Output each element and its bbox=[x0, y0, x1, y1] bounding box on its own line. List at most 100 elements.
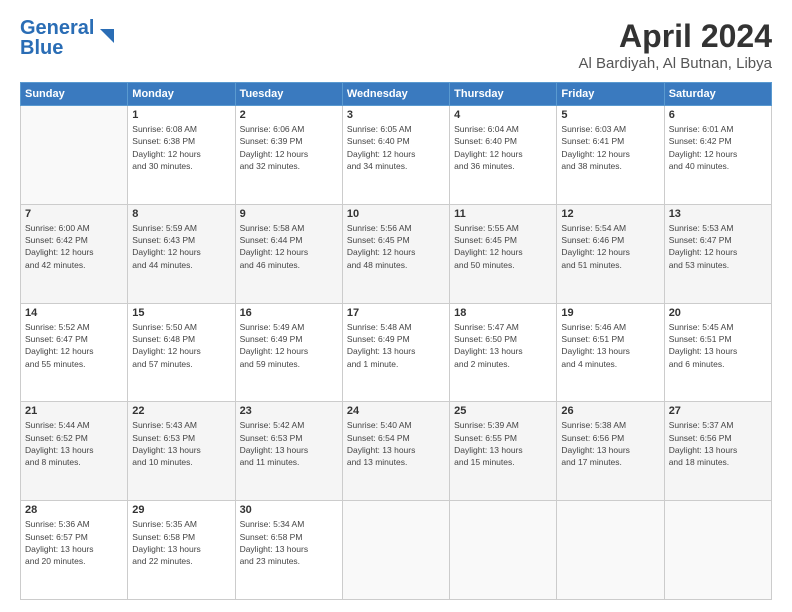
day-info: Sunrise: 5:50 AMSunset: 6:48 PMDaylight:… bbox=[132, 321, 230, 370]
calendar-cell: 20Sunrise: 5:45 AMSunset: 6:51 PMDayligh… bbox=[664, 303, 771, 402]
day-number: 8 bbox=[132, 208, 230, 220]
page-subtitle: Al Bardiyah, Al Butnan, Libya bbox=[579, 55, 772, 72]
day-info: Sunrise: 6:04 AMSunset: 6:40 PMDaylight:… bbox=[454, 123, 552, 172]
calendar-cell: 18 Sunrise: 5:47 AMSunset: 6:50 PMDayligh… bbox=[450, 303, 557, 402]
calendar-cell: 23Sunrise: 5:42 AMSunset: 6:53 PMDayligh… bbox=[235, 402, 342, 501]
calendar-cell: 1 Sunrise: 6:08 AMSunset: 6:38 PMDaylight… bbox=[128, 106, 235, 205]
day-number: 13 bbox=[669, 208, 767, 220]
calendar-cell: 26Sunrise: 5:38 AMSunset: 6:56 PMDayligh… bbox=[557, 402, 664, 501]
calendar-cell: 7 Sunrise: 6:00 AMSunset: 6:42 PMDaylight… bbox=[21, 204, 128, 303]
calendar-cell bbox=[557, 501, 664, 600]
day-info: Sunrise: 5:34 AMSunset: 6:58 PMDaylight:… bbox=[240, 518, 338, 567]
day-info: Sunrise: 5:59 AMSunset: 6:43 PMDaylight:… bbox=[132, 222, 230, 271]
day-number: 27 bbox=[669, 405, 767, 417]
calendar-day-header: Saturday bbox=[664, 83, 771, 106]
day-number: 28 bbox=[25, 504, 123, 516]
calendar-day-header: Monday bbox=[128, 83, 235, 106]
calendar-day-header: Tuesday bbox=[235, 83, 342, 106]
logo-arrow-icon bbox=[96, 25, 118, 47]
calendar-week-row: 28 Sunrise: 5:36 AMSunset: 6:57 PMDayligh… bbox=[21, 501, 772, 600]
page-title: April 2024 bbox=[579, 18, 772, 55]
day-info: Sunrise: 5:44 AMSunset: 6:52 PMDaylight:… bbox=[25, 419, 123, 468]
calendar-cell: 11 Sunrise: 5:55 AMSunset: 6:45 PMDayligh… bbox=[450, 204, 557, 303]
day-info: Sunrise: 5:45 AMSunset: 6:51 PMDaylight:… bbox=[669, 321, 767, 370]
day-info: Sunrise: 5:55 AMSunset: 6:45 PMDaylight:… bbox=[454, 222, 552, 271]
day-info: Sunrise: 6:05 AMSunset: 6:40 PMDaylight:… bbox=[347, 123, 445, 172]
day-number: 16 bbox=[240, 307, 338, 319]
logo: General Blue bbox=[20, 18, 118, 58]
day-number: 18 bbox=[454, 307, 552, 319]
day-info: Sunrise: 5:47 AMSunset: 6:50 PMDaylight:… bbox=[454, 321, 552, 370]
calendar-day-header: Friday bbox=[557, 83, 664, 106]
calendar-day-header: Thursday bbox=[450, 83, 557, 106]
day-info: Sunrise: 6:06 AMSunset: 6:39 PMDaylight:… bbox=[240, 123, 338, 172]
calendar-cell: 14 Sunrise: 5:52 AMSunset: 6:47 PMDayligh… bbox=[21, 303, 128, 402]
title-block: April 2024 Al Bardiyah, Al Butnan, Libya bbox=[579, 18, 772, 72]
day-number: 22 bbox=[132, 405, 230, 417]
calendar-week-row: 21Sunrise: 5:44 AMSunset: 6:52 PMDayligh… bbox=[21, 402, 772, 501]
calendar-day-header: Wednesday bbox=[342, 83, 449, 106]
calendar-cell bbox=[342, 501, 449, 600]
day-info: Sunrise: 5:35 AMSunset: 6:58 PMDaylight:… bbox=[132, 518, 230, 567]
calendar-cell: 16Sunrise: 5:49 AMSunset: 6:49 PMDayligh… bbox=[235, 303, 342, 402]
logo-text: General Blue bbox=[20, 18, 94, 58]
calendar-cell: 28 Sunrise: 5:36 AMSunset: 6:57 PMDayligh… bbox=[21, 501, 128, 600]
calendar-week-row: 14 Sunrise: 5:52 AMSunset: 6:47 PMDayligh… bbox=[21, 303, 772, 402]
calendar-cell: 30 Sunrise: 5:34 AMSunset: 6:58 PMDayligh… bbox=[235, 501, 342, 600]
day-number: 29 bbox=[132, 504, 230, 516]
calendar-cell: 8 Sunrise: 5:59 AMSunset: 6:43 PMDaylight… bbox=[128, 204, 235, 303]
calendar-cell: 6 Sunrise: 6:01 AMSunset: 6:42 PMDaylight… bbox=[664, 106, 771, 205]
calendar-cell: 22 Sunrise: 5:43 AMSunset: 6:53 PMDayligh… bbox=[128, 402, 235, 501]
calendar-cell: 19Sunrise: 5:46 AMSunset: 6:51 PMDayligh… bbox=[557, 303, 664, 402]
day-number: 11 bbox=[454, 208, 552, 220]
calendar-table: SundayMondayTuesdayWednesdayThursdayFrid… bbox=[20, 82, 772, 600]
day-number: 6 bbox=[669, 109, 767, 121]
calendar-day-header: Sunday bbox=[21, 83, 128, 106]
day-info: Sunrise: 6:00 AMSunset: 6:42 PMDaylight:… bbox=[25, 222, 123, 271]
day-number: 19 bbox=[561, 307, 659, 319]
calendar-cell: 2 Sunrise: 6:06 AMSunset: 6:39 PMDaylight… bbox=[235, 106, 342, 205]
day-number: 15 bbox=[132, 307, 230, 319]
day-number: 23 bbox=[240, 405, 338, 417]
page: General Blue April 2024 Al Bardiyah, Al … bbox=[0, 0, 792, 612]
day-number: 5 bbox=[561, 109, 659, 121]
day-number: 12 bbox=[561, 208, 659, 220]
day-info: Sunrise: 6:01 AMSunset: 6:42 PMDaylight:… bbox=[669, 123, 767, 172]
day-number: 30 bbox=[240, 504, 338, 516]
calendar-cell: 17 Sunrise: 5:48 AMSunset: 6:49 PMDayligh… bbox=[342, 303, 449, 402]
day-info: Sunrise: 5:58 AMSunset: 6:44 PMDaylight:… bbox=[240, 222, 338, 271]
calendar-cell: 4 Sunrise: 6:04 AMSunset: 6:40 PMDaylight… bbox=[450, 106, 557, 205]
day-number: 24 bbox=[347, 405, 445, 417]
day-number: 25 bbox=[454, 405, 552, 417]
calendar-cell: 10Sunrise: 5:56 AMSunset: 6:45 PMDayligh… bbox=[342, 204, 449, 303]
day-info: Sunrise: 5:37 AMSunset: 6:56 PMDaylight:… bbox=[669, 419, 767, 468]
day-info: Sunrise: 5:52 AMSunset: 6:47 PMDaylight:… bbox=[25, 321, 123, 370]
day-number: 14 bbox=[25, 307, 123, 319]
calendar-cell bbox=[21, 106, 128, 205]
calendar-cell: 29 Sunrise: 5:35 AMSunset: 6:58 PMDayligh… bbox=[128, 501, 235, 600]
calendar-cell: 24Sunrise: 5:40 AMSunset: 6:54 PMDayligh… bbox=[342, 402, 449, 501]
day-info: Sunrise: 6:03 AMSunset: 6:41 PMDaylight:… bbox=[561, 123, 659, 172]
calendar-cell bbox=[450, 501, 557, 600]
day-number: 7 bbox=[25, 208, 123, 220]
calendar-week-row: 1 Sunrise: 6:08 AMSunset: 6:38 PMDaylight… bbox=[21, 106, 772, 205]
day-info: Sunrise: 5:36 AMSunset: 6:57 PMDaylight:… bbox=[25, 518, 123, 567]
calendar-cell: 12 Sunrise: 5:54 AMSunset: 6:46 PMDayligh… bbox=[557, 204, 664, 303]
day-number: 10 bbox=[347, 208, 445, 220]
day-info: Sunrise: 6:08 AMSunset: 6:38 PMDaylight:… bbox=[132, 123, 230, 172]
day-info: Sunrise: 5:39 AMSunset: 6:55 PMDaylight:… bbox=[454, 419, 552, 468]
day-number: 1 bbox=[132, 109, 230, 121]
day-number: 2 bbox=[240, 109, 338, 121]
calendar-cell bbox=[664, 501, 771, 600]
day-info: Sunrise: 5:48 AMSunset: 6:49 PMDaylight:… bbox=[347, 321, 445, 370]
day-info: Sunrise: 5:54 AMSunset: 6:46 PMDaylight:… bbox=[561, 222, 659, 271]
day-number: 3 bbox=[347, 109, 445, 121]
calendar-cell: 21Sunrise: 5:44 AMSunset: 6:52 PMDayligh… bbox=[21, 402, 128, 501]
header: General Blue April 2024 Al Bardiyah, Al … bbox=[20, 18, 772, 72]
calendar-cell: 27 Sunrise: 5:37 AMSunset: 6:56 PMDayligh… bbox=[664, 402, 771, 501]
day-number: 4 bbox=[454, 109, 552, 121]
day-number: 17 bbox=[347, 307, 445, 319]
day-number: 26 bbox=[561, 405, 659, 417]
day-info: Sunrise: 5:43 AMSunset: 6:53 PMDaylight:… bbox=[132, 419, 230, 468]
day-info: Sunrise: 5:53 AMSunset: 6:47 PMDaylight:… bbox=[669, 222, 767, 271]
